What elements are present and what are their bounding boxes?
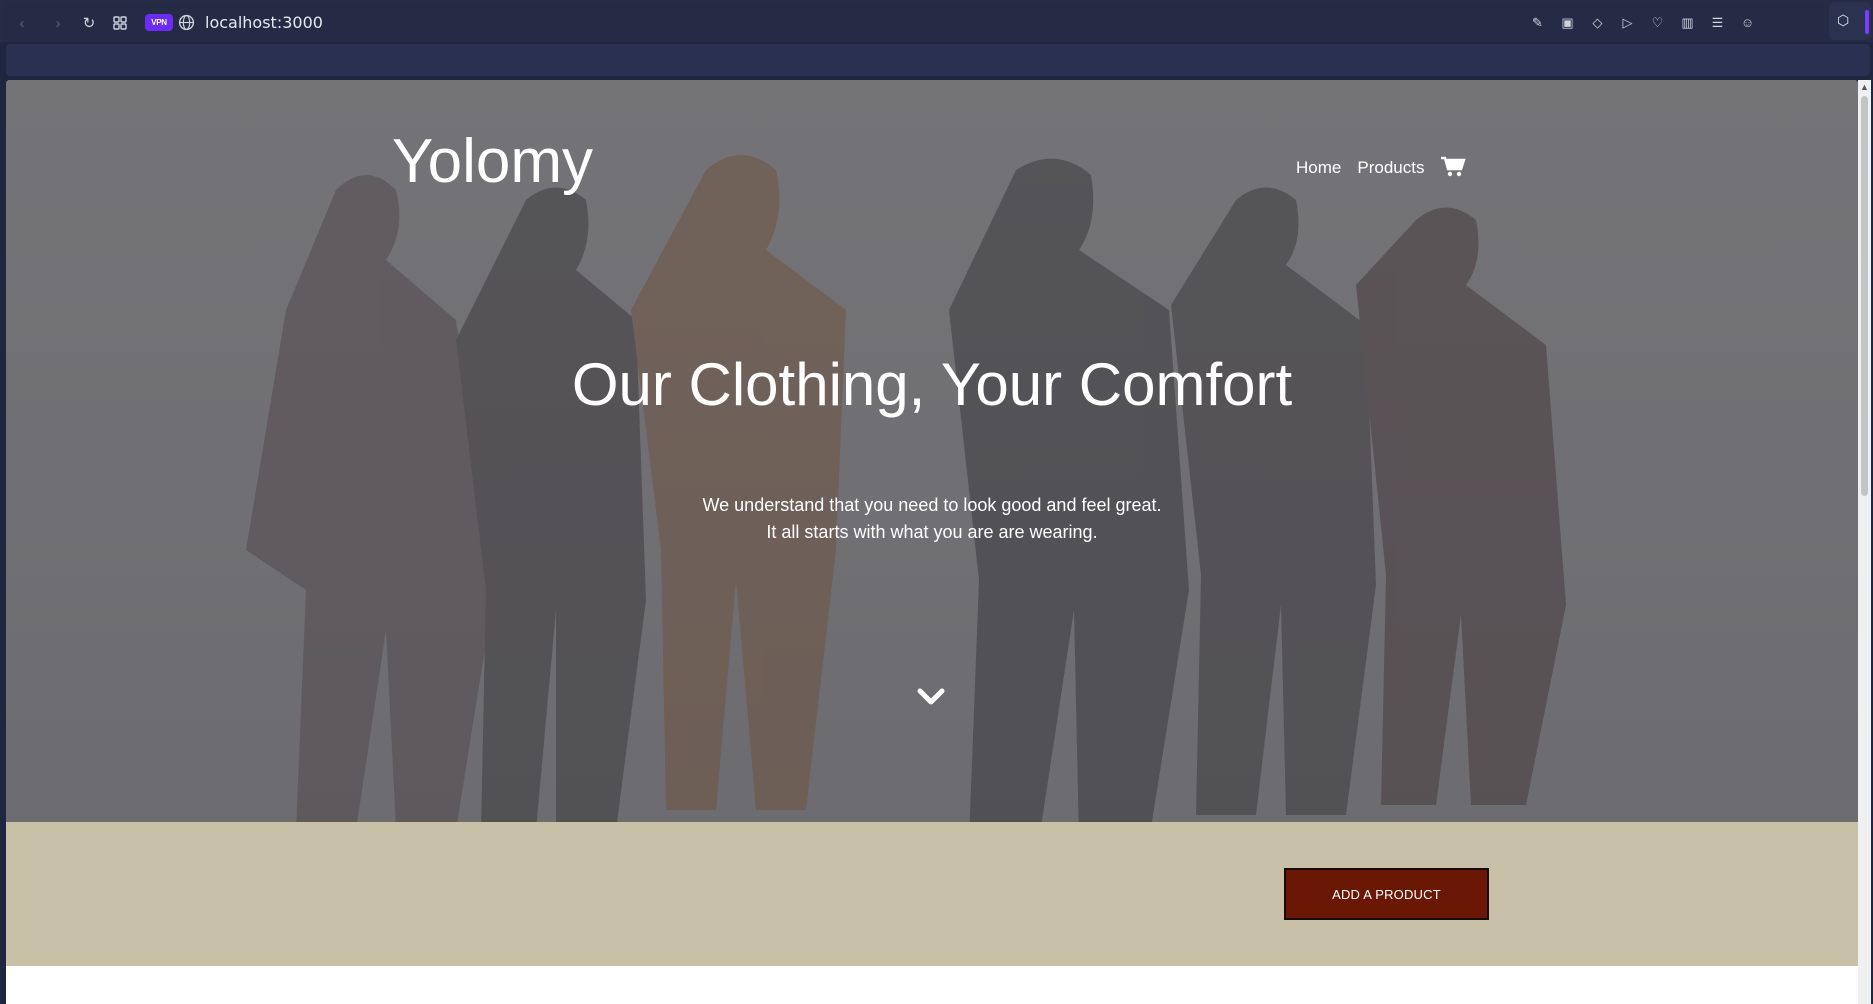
reload-icon[interactable]: ↻ bbox=[78, 12, 100, 34]
scroll-up-icon[interactable]: ▲ bbox=[1860, 82, 1869, 92]
add-product-button[interactable]: ADD A PRODUCT bbox=[1284, 868, 1489, 920]
page-scrollbar[interactable]: ▲ bbox=[1858, 80, 1871, 1004]
play-icon[interactable]: ▷ bbox=[1617, 12, 1638, 33]
browser-toolbar: ‹ › ↻ VPN localhost:3000 ✎ ▣ ◇ ▷ ♡ ▥ ☰ ☺… bbox=[0, 0, 1873, 42]
nav-home-link[interactable]: Home bbox=[1296, 158, 1341, 178]
hero-headline: Our Clothing, Your Comfort bbox=[571, 351, 1293, 418]
actions-band: ADD A PRODUCT bbox=[6, 822, 1858, 966]
globe-icon bbox=[178, 14, 195, 31]
main-nav: Home Products bbox=[1296, 156, 1468, 180]
extensions-area[interactable]: ⬡ bbox=[1829, 2, 1871, 40]
profile-icon[interactable]: ☺ bbox=[1737, 12, 1758, 33]
back-icon[interactable]: ‹ bbox=[11, 12, 33, 34]
hero-section: Yolomy Home Products Our Clothing, Your … bbox=[6, 80, 1858, 822]
vpn-badge[interactable]: VPN bbox=[145, 14, 173, 31]
hero-subtext-line2: It all starts with what you are are wear… bbox=[766, 522, 1098, 542]
url-text[interactable]: localhost:3000 bbox=[205, 13, 323, 32]
menu-icon[interactable]: ☰ bbox=[1707, 12, 1728, 33]
nav-products-link[interactable]: Products bbox=[1357, 158, 1424, 178]
edit-icon[interactable]: ✎ bbox=[1527, 12, 1548, 33]
address-bar[interactable]: ‹ › ↻ VPN localhost:3000 ✎ ▣ ◇ ▷ ♡ ▥ ☰ ☺ bbox=[2, 2, 1824, 40]
sidebar-toggle-icon[interactable]: ▥ bbox=[1677, 12, 1698, 33]
scrollbar-thumb[interactable] bbox=[1861, 96, 1868, 496]
shield-icon[interactable]: ◇ bbox=[1587, 12, 1608, 33]
heart-icon[interactable]: ♡ bbox=[1647, 12, 1668, 33]
forward-icon[interactable]: › bbox=[47, 12, 69, 34]
cart-icon[interactable] bbox=[1440, 156, 1468, 180]
chevron-down-icon[interactable] bbox=[916, 686, 946, 708]
hero-subtext: We understand that you need to look good… bbox=[6, 492, 1858, 546]
hero-subtext-line1: We understand that you need to look good… bbox=[702, 495, 1162, 515]
cube-icon[interactable]: ⬡ bbox=[1837, 12, 1849, 29]
page-viewport: Yolomy Home Products Our Clothing, Your … bbox=[6, 80, 1858, 1004]
site-logo[interactable]: Yolomy bbox=[392, 126, 593, 197]
bookmarks-bar bbox=[6, 44, 1870, 76]
accent-strip bbox=[1865, 10, 1869, 34]
tabs-grid-icon[interactable] bbox=[109, 12, 131, 34]
camera-icon[interactable]: ▣ bbox=[1557, 12, 1578, 33]
hero-background-image bbox=[6, 80, 1858, 822]
